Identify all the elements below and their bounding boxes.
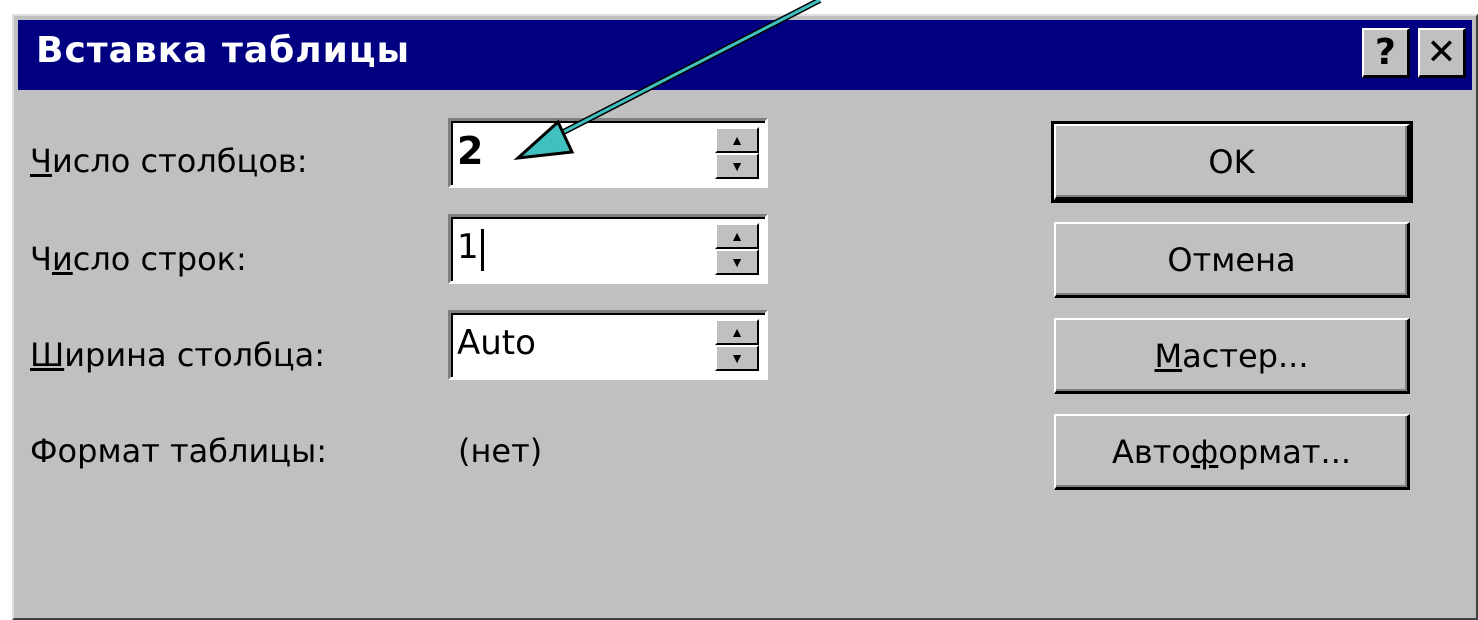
rows-spinner: ▲ ▼: [715, 223, 759, 275]
arrow-up-icon: ▲: [730, 324, 744, 340]
width-spinbox[interactable]: Auto ▲ ▼: [448, 310, 768, 380]
close-icon: ✕: [1426, 32, 1457, 73]
help-button[interactable]: ?: [1362, 28, 1410, 78]
width-input[interactable]: Auto: [457, 323, 536, 363]
cancel-button[interactable]: Отмена: [1054, 222, 1410, 298]
arrow-down-icon: ▼: [730, 254, 744, 270]
dialog-title: Вставка таблицы: [36, 30, 411, 71]
arrow-up-icon: ▲: [730, 132, 744, 148]
width-down-button[interactable]: ▼: [715, 345, 759, 371]
columns-spinner: ▲ ▼: [715, 127, 759, 179]
close-button[interactable]: ✕: [1418, 28, 1466, 78]
text-caret: [481, 229, 484, 271]
arrow-up-icon: ▲: [730, 228, 744, 244]
columns-up-button[interactable]: ▲: [715, 127, 759, 153]
width-label: Ширина столбца:: [30, 336, 325, 374]
rows-up-button[interactable]: ▲: [715, 223, 759, 249]
title-bar: Вставка таблицы ? ✕: [18, 20, 1472, 90]
rows-label: Число строк:: [30, 240, 247, 278]
format-value: (нет): [458, 432, 543, 470]
format-label: Формат таблицы:: [30, 432, 328, 470]
width-spinner: ▲ ▼: [715, 319, 759, 371]
columns-down-button[interactable]: ▼: [715, 153, 759, 179]
rows-spinbox[interactable]: 1 ▲ ▼: [448, 214, 768, 284]
columns-spinbox[interactable]: 2 ▲ ▼: [448, 118, 768, 188]
arrow-down-icon: ▼: [730, 350, 744, 366]
wizard-button[interactable]: Мастер...: [1054, 318, 1410, 394]
rows-down-button[interactable]: ▼: [715, 249, 759, 275]
width-up-button[interactable]: ▲: [715, 319, 759, 345]
columns-input[interactable]: 2: [457, 129, 483, 173]
ok-button[interactable]: OK: [1051, 121, 1413, 203]
autoformat-button[interactable]: Авто ф ормат...: [1054, 414, 1410, 490]
columns-label: Число столбцов:: [30, 142, 308, 180]
rows-input[interactable]: 1: [457, 227, 479, 267]
arrow-down-icon: ▼: [730, 158, 744, 174]
